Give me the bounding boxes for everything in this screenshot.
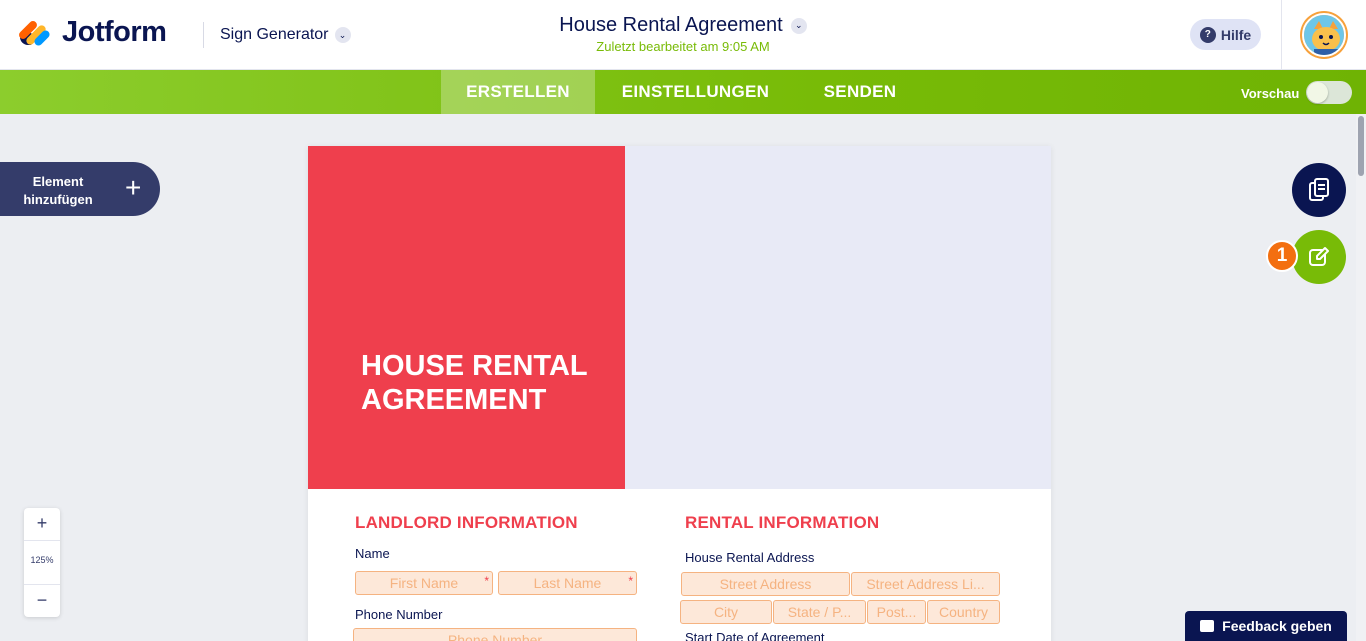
state-field[interactable]: State / P... bbox=[773, 600, 866, 624]
add-element-button[interactable]: Element hinzufügen + bbox=[0, 162, 160, 216]
phone-label: Phone Number bbox=[355, 607, 443, 622]
last-name-field[interactable]: Last Name * bbox=[498, 571, 637, 595]
help-label: Hilfe bbox=[1220, 26, 1252, 43]
user-avatar[interactable] bbox=[1302, 13, 1346, 57]
tab-einstellungen[interactable]: EINSTELLUNGEN bbox=[605, 70, 786, 114]
street-address-line2-field[interactable]: Street Address Li... bbox=[851, 572, 1000, 596]
zoom-out-button[interactable]: − bbox=[24, 590, 60, 611]
hero-image-placeholder[interactable] bbox=[625, 146, 1051, 489]
required-asterisk: * bbox=[484, 574, 489, 588]
edit-icon bbox=[1309, 247, 1329, 266]
address-label: House Rental Address bbox=[685, 550, 815, 565]
tab-senden[interactable]: SENDEN bbox=[806, 70, 914, 114]
zoom-divider bbox=[24, 540, 60, 541]
city-field[interactable]: City bbox=[680, 600, 772, 624]
brand-name: Jotform bbox=[62, 16, 167, 48]
add-element-label: Element hinzufügen bbox=[23, 174, 93, 207]
toggle-knob bbox=[1307, 82, 1328, 103]
zoom-in-button[interactable]: + bbox=[24, 513, 60, 534]
start-date-label: Start Date of Agreement bbox=[685, 630, 825, 641]
hero-title[interactable]: HOUSE RENTAL AGREEMENT bbox=[361, 349, 611, 417]
tab-erstellen[interactable]: ERSTELLEN bbox=[441, 70, 595, 114]
name-label: Name bbox=[355, 546, 390, 561]
avatar-cat-icon bbox=[1304, 15, 1344, 55]
header-separator bbox=[1281, 0, 1282, 70]
header-divider bbox=[203, 22, 204, 48]
question-icon: ? bbox=[1199, 26, 1216, 43]
zoom-divider bbox=[24, 584, 60, 585]
help-button[interactable]: ? Hilfe bbox=[1190, 19, 1261, 50]
chevron-down-icon: ⌄ bbox=[334, 27, 351, 43]
first-name-field[interactable]: First Name * bbox=[355, 571, 493, 595]
document-title-text: House Rental Agreement bbox=[559, 14, 783, 36]
product-switcher[interactable]: Sign Generator ⌄ bbox=[220, 26, 351, 44]
country-field[interactable]: Country bbox=[927, 600, 1000, 624]
preview-toggle[interactable] bbox=[1306, 81, 1352, 104]
first-name-placeholder: First Name bbox=[389, 575, 459, 591]
preview-label: Vorschau bbox=[1241, 86, 1300, 101]
last-edited-status: Zuletzt bearbeitet am 9:05 AM bbox=[596, 39, 770, 54]
zoom-level: 125% bbox=[30, 555, 54, 565]
builder-nav: ERSTELLEN EINSTELLUNGEN SENDEN bbox=[0, 70, 1366, 114]
step-badge: 1 bbox=[1266, 240, 1298, 272]
scrollbar-track[interactable] bbox=[1356, 114, 1366, 641]
phone-field[interactable]: Phone Number bbox=[353, 628, 637, 641]
chat-bubble-icon bbox=[1200, 620, 1215, 632]
product-name: Sign Generator bbox=[220, 26, 329, 43]
document-title-area: House Rental Agreement ⌄ Zuletzt bearbei… bbox=[500, 14, 866, 54]
feedback-button[interactable]: Feedback geben bbox=[1185, 611, 1347, 641]
feedback-label: Feedback geben bbox=[1222, 618, 1332, 634]
documents-icon bbox=[1309, 178, 1329, 201]
scrollbar-thumb[interactable] bbox=[1358, 116, 1364, 176]
plus-icon: + bbox=[125, 172, 142, 203]
document-canvas: HOUSE RENTAL AGREEMENT LANDLORD INFORMAT… bbox=[308, 146, 1051, 641]
zoom-control: + 125% − bbox=[24, 508, 60, 617]
last-name-placeholder: Last Name bbox=[533, 575, 602, 591]
edit-document-button[interactable] bbox=[1292, 230, 1346, 284]
rental-heading[interactable]: RENTAL INFORMATION bbox=[685, 513, 879, 533]
document-title[interactable]: House Rental Agreement ⌄ bbox=[559, 14, 807, 37]
title-chevron-down-icon[interactable]: ⌄ bbox=[790, 17, 807, 34]
document-pages-button[interactable] bbox=[1292, 163, 1346, 217]
required-asterisk: * bbox=[628, 574, 633, 588]
hero-red-block bbox=[308, 146, 625, 489]
street-address-field[interactable]: Street Address bbox=[681, 572, 850, 596]
landlord-heading[interactable]: LANDLORD INFORMATION bbox=[355, 513, 578, 533]
jotform-logo[interactable]: Jotform bbox=[17, 16, 167, 49]
jotform-logo-icon bbox=[17, 17, 52, 49]
postal-code-field[interactable]: Post... bbox=[867, 600, 926, 624]
app-header: Jotform Sign Generator ⌄ House Rental Ag… bbox=[0, 0, 1366, 70]
